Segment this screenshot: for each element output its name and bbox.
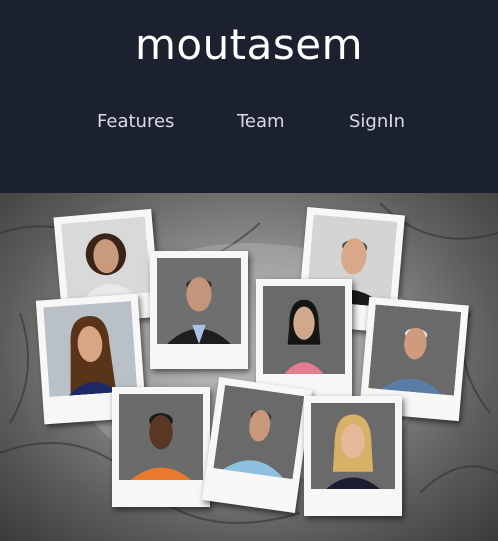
site-header: moutasem Features Team SignIn [0, 0, 498, 193]
person-avatar [157, 258, 241, 344]
hero-image [0, 193, 498, 541]
person-avatar [263, 286, 345, 374]
nav-link-features[interactable]: Features [97, 111, 174, 132]
team-photo-2 [150, 251, 248, 369]
team-photo-5 [256, 279, 352, 399]
person-avatar [61, 216, 152, 300]
person-avatar [213, 384, 305, 480]
nav-link-signin[interactable]: SignIn [349, 111, 405, 132]
team-photo-8 [201, 377, 313, 513]
team-photo-9 [304, 396, 402, 516]
person-avatar [311, 403, 395, 489]
person-avatar [43, 301, 138, 397]
person-avatar [368, 304, 462, 396]
team-photo-7 [112, 387, 210, 507]
person-avatar [119, 394, 203, 480]
nav-link-team[interactable]: Team [237, 111, 285, 132]
brand-title[interactable]: moutasem [0, 20, 498, 69]
